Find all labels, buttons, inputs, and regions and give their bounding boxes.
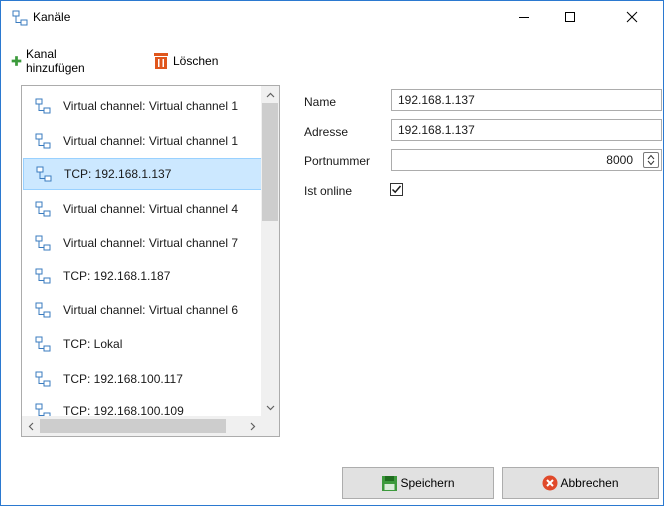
- online-label: Ist online: [304, 184, 353, 198]
- list-item-label: TCP: 192.168.1.187: [63, 269, 171, 283]
- save-button[interactable]: Speichern: [342, 467, 494, 499]
- list-item[interactable]: TCP: 192.168.100.109: [23, 395, 261, 416]
- list-item-label: Virtual channel: Virtual channel 1: [63, 134, 239, 148]
- list-item[interactable]: TCP: 192.168.100.117: [23, 363, 261, 395]
- scroll-left-button[interactable]: [22, 416, 39, 436]
- title-bar: Kanäle: [1, 1, 663, 33]
- port-spinner-button[interactable]: [643, 152, 659, 168]
- chevron-down-icon: [266, 405, 274, 410]
- channel-list[interactable]: Virtual channel: Virtual channel 1 Virtu…: [21, 85, 280, 437]
- list-item[interactable]: Virtual channel: Virtual channel 1: [23, 125, 261, 157]
- network-icon: [35, 133, 51, 149]
- cancel-circle-icon: [542, 475, 558, 491]
- name-field[interactable]: [391, 89, 662, 111]
- port-value: 8000: [606, 153, 633, 167]
- name-label: Name: [304, 95, 337, 109]
- maximize-button[interactable]: [547, 1, 593, 33]
- list-item-label: Virtual channel: Virtual channel 4: [63, 202, 239, 216]
- checkmark-icon: [391, 185, 402, 194]
- minimize-icon: [519, 17, 529, 18]
- list-item-label: Virtual channel: Virtual channel 1: [63, 99, 239, 113]
- list-item-label: Virtual channel: Virtual channel 7: [63, 236, 239, 250]
- vertical-scroll-thumb[interactable]: [262, 103, 278, 221]
- chevron-up-icon: [266, 92, 274, 97]
- network-icon: [36, 166, 52, 182]
- chevron-right-icon: [250, 422, 255, 430]
- network-icon: [35, 201, 51, 217]
- address-field[interactable]: [391, 119, 662, 141]
- network-icon: [35, 371, 51, 387]
- network-icon: [35, 302, 51, 318]
- network-icon: [35, 403, 51, 416]
- spinner-arrows-icon: [647, 154, 655, 166]
- network-icon: [35, 336, 51, 352]
- add-channel-label: Kanal hinzufügen: [26, 47, 85, 75]
- list-item-label: TCP: 192.168.1.137: [64, 167, 172, 181]
- network-icon: [12, 10, 28, 26]
- horizontal-scroll-thumb[interactable]: [40, 419, 226, 433]
- list-item-label: Virtual channel: Virtual channel 6: [63, 303, 239, 317]
- list-item[interactable]: Virtual channel: Virtual channel 6: [23, 294, 261, 326]
- close-icon: [626, 11, 638, 23]
- list-item-label: TCP: 192.168.100.117: [63, 372, 183, 386]
- list-item[interactable]: Virtual channel: Virtual channel 4: [23, 193, 261, 225]
- trash-icon: [154, 53, 168, 69]
- scroll-down-button[interactable]: [261, 399, 279, 416]
- maximize-icon: [565, 12, 575, 22]
- plus-icon: [11, 56, 22, 66]
- scroll-right-button[interactable]: [244, 416, 261, 436]
- save-label: Speichern: [400, 476, 455, 490]
- floppy-icon: [382, 475, 398, 491]
- scroll-up-button[interactable]: [261, 86, 279, 103]
- channels-dialog: Kanäle Kanal hinzufügen Löschen Virtual …: [0, 0, 664, 506]
- network-icon: [35, 268, 51, 284]
- delete-label: Löschen: [173, 54, 219, 68]
- network-icon: [35, 235, 51, 251]
- port-label: Portnummer: [304, 154, 371, 168]
- window-title: Kanäle: [33, 10, 71, 24]
- network-icon: [35, 98, 51, 114]
- list-item-label: TCP: Lokal: [63, 337, 123, 351]
- online-checkbox[interactable]: [390, 183, 403, 196]
- list-item-label: TCP: 192.168.100.109: [63, 404, 184, 416]
- address-label: Adresse: [304, 125, 349, 139]
- list-item[interactable]: TCP: 192.168.1.187: [23, 260, 261, 292]
- list-item[interactable]: TCP: Lokal: [23, 328, 261, 360]
- cancel-label: Abbrechen: [560, 476, 619, 490]
- list-item[interactable]: Virtual channel: Virtual channel 7: [23, 227, 261, 259]
- minimize-button[interactable]: [501, 1, 547, 33]
- port-stepper[interactable]: 8000: [391, 149, 662, 171]
- close-button[interactable]: [609, 1, 655, 33]
- delete-button[interactable]: Löschen: [153, 49, 218, 73]
- list-item[interactable]: Virtual channel: Virtual channel 1: [23, 90, 261, 122]
- scrollbar-corner: [261, 416, 279, 436]
- cancel-button[interactable]: Abbrechen: [502, 467, 659, 499]
- list-item-selected[interactable]: TCP: 192.168.1.137: [23, 158, 261, 190]
- channel-list-items: Virtual channel: Virtual channel 1 Virtu…: [22, 86, 261, 416]
- add-channel-button[interactable]: Kanal hinzufügen: [11, 47, 90, 75]
- chevron-left-icon: [28, 422, 33, 430]
- horizontal-scrollbar[interactable]: [22, 416, 261, 436]
- vertical-scrollbar[interactable]: [261, 86, 279, 416]
